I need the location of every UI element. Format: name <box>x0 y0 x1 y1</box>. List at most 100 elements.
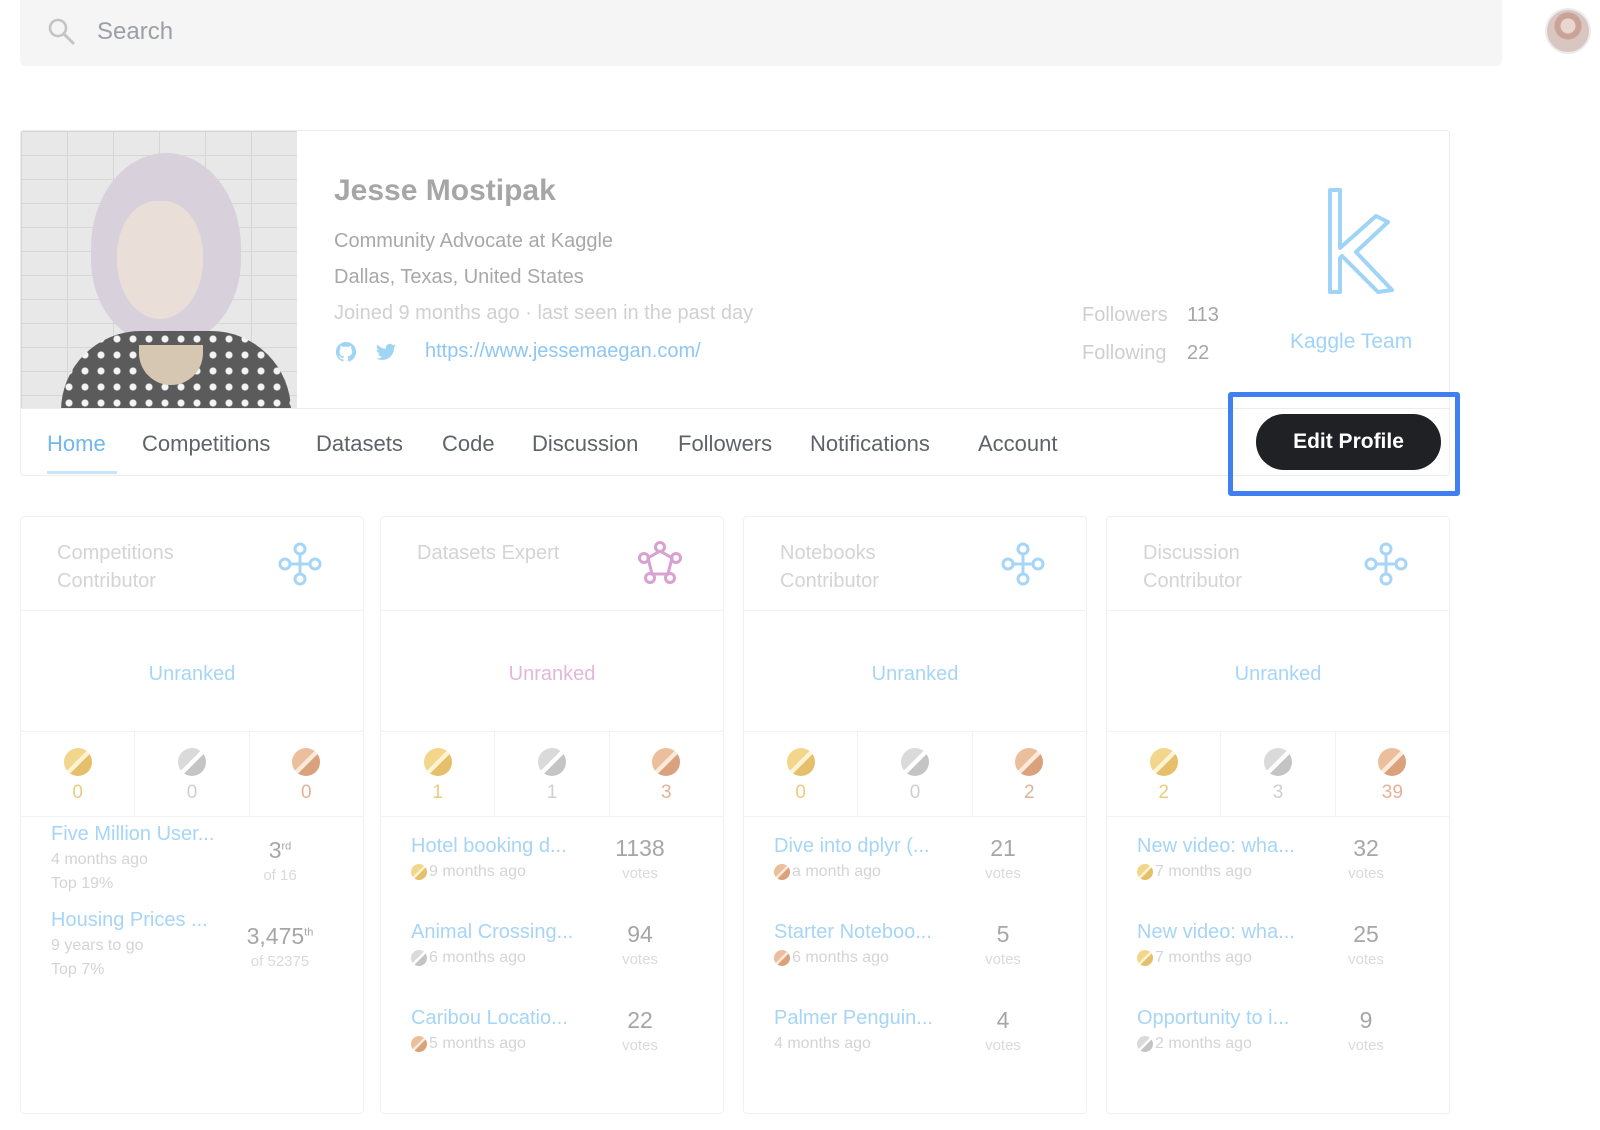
entry-title[interactable]: Housing Prices ... <box>51 909 247 932</box>
entry-percentile: Top 7% <box>51 961 105 978</box>
votes-label: votes <box>622 865 658 882</box>
website-link[interactable]: https://www.jessemaegan.com/ <box>425 340 701 363</box>
votes-label: votes <box>1348 951 1384 968</box>
list-item[interactable]: Palmer Penguin... 4 months ago 4 votes <box>774 1007 1058 1077</box>
following-label[interactable]: Following <box>1082 342 1166 365</box>
entry-votes: 1138 <box>615 835 665 861</box>
gold-count: 0 <box>795 782 806 803</box>
user-avatar[interactable] <box>1545 8 1591 54</box>
list-item[interactable]: New video: wha... 7 months ago 32 votes <box>1137 835 1421 905</box>
tier-rank: Unranked <box>871 663 959 685</box>
medal-counts: 0 0 0 <box>21 731 363 817</box>
contributor-tier-icon <box>1001 542 1045 586</box>
entry-title[interactable]: New video: wha... <box>1137 835 1333 858</box>
entry-title[interactable]: Dive into dplyr (... <box>774 835 970 858</box>
bronze-medal-icon <box>774 950 790 966</box>
tab-followers[interactable]: Followers <box>678 431 772 457</box>
list-item[interactable]: Animal Crossing... 6 months ago 94 votes <box>411 921 695 991</box>
profile-location: Dallas, Texas, United States <box>334 266 584 288</box>
list-item[interactable]: Opportunity to i... 2 months ago 9 votes <box>1137 1007 1421 1077</box>
silver-count: 0 <box>186 782 198 803</box>
edit-profile-button[interactable]: Edit Profile <box>1256 414 1441 470</box>
profile-occupation: Community Advocate at Kaggle <box>334 230 614 252</box>
tier-card-discussion[interactable]: Discussion Contributor Unranked 2 3 39 N… <box>1106 516 1450 1114</box>
search-icon <box>48 18 75 45</box>
entry-title[interactable]: Animal Crossing... <box>411 921 607 944</box>
tab-home[interactable]: Home <box>47 431 106 457</box>
entry-title[interactable]: New video: wha... <box>1137 921 1333 944</box>
entry-date: 2 months ago <box>1137 1035 1252 1053</box>
votes-label: votes <box>1348 865 1384 882</box>
entry-title[interactable]: Five Million User... <box>51 823 247 846</box>
tier-rank: Unranked <box>1234 663 1322 685</box>
tier-card-competitions[interactable]: Competitions Contributor Unranked 0 0 0 … <box>20 516 364 1114</box>
entry-date: 4 months ago <box>51 851 148 868</box>
list-item[interactable]: Hotel booking d... 9 months ago 1138 vot… <box>411 835 695 905</box>
tier-card-notebooks[interactable]: Notebooks Contributor Unranked 0 0 2 Div… <box>743 516 1087 1114</box>
list-item[interactable]: Five Million User... 4 months ago Top 19… <box>51 823 335 893</box>
tab-code[interactable]: Code <box>442 431 495 457</box>
silver-medal-icon <box>1137 1036 1153 1052</box>
tab-notifications[interactable]: Notifications <box>810 431 930 457</box>
tier-card-header: Discussion Contributor <box>1107 517 1449 611</box>
list-item[interactable]: New video: wha... 7 months ago 25 votes <box>1137 921 1421 991</box>
entry-total: of 16 <box>263 867 297 884</box>
votes-label: votes <box>622 1037 658 1054</box>
entry-rank: 3,475th <box>246 923 314 949</box>
github-icon[interactable] <box>334 340 358 364</box>
bronze-count: 39 <box>1381 782 1403 803</box>
entry-total: of 52375 <box>250 953 310 970</box>
gold-medal-icon <box>786 748 815 776</box>
silver-count: 0 <box>909 782 921 803</box>
bronze-medal-icon <box>411 1036 427 1052</box>
entry-rank: 3rd <box>268 837 292 863</box>
followers-count[interactable]: 113 <box>1187 304 1219 327</box>
entry-votes: 25 <box>1353 921 1379 947</box>
active-tab-indicator <box>47 471 117 474</box>
votes-label: votes <box>985 951 1021 968</box>
silver-count: 1 <box>546 782 558 803</box>
gold-medal-icon <box>411 864 427 880</box>
contributor-tier-icon <box>1364 542 1408 586</box>
gold-medal-icon <box>63 748 92 776</box>
tier-card-header: Competitions Contributor <box>21 517 363 611</box>
tab-competitions[interactable]: Competitions <box>142 431 270 457</box>
expert-tier-icon <box>638 541 682 584</box>
entry-votes: 22 <box>627 1007 653 1033</box>
votes-label: votes <box>1348 1037 1384 1054</box>
entry-title[interactable]: Hotel booking d... <box>411 835 607 858</box>
gold-medal-icon <box>1149 748 1178 776</box>
entry-percentile: Top 19% <box>51 875 114 892</box>
tab-account[interactable]: Account <box>978 431 1058 457</box>
profile-name: Jesse Mostipak <box>334 174 556 207</box>
list-item[interactable]: Housing Prices ... 9 years to go Top 7% … <box>51 909 335 979</box>
list-item[interactable]: Dive into dplyr (... a month ago 21 vote… <box>774 835 1058 905</box>
twitter-icon[interactable] <box>374 340 398 364</box>
votes-label: votes <box>622 951 658 968</box>
entry-date: 9 years to go <box>51 937 144 954</box>
entry-title[interactable]: Starter Noteboo... <box>774 921 970 944</box>
tier-card-datasets[interactable]: Datasets Expert Unranked 1 1 3 Hotel boo… <box>380 516 724 1114</box>
list-item[interactable]: Starter Noteboo... 6 months ago 5 votes <box>774 921 1058 991</box>
gold-count: 1 <box>432 782 443 803</box>
entry-title[interactable]: Caribou Locatio... <box>411 1007 607 1030</box>
gold-count: 0 <box>72 782 83 803</box>
list-item[interactable]: Caribou Locatio... 5 months ago 22 votes <box>411 1007 695 1077</box>
tier-card-header: Datasets Expert <box>381 517 723 611</box>
team-label[interactable]: Kaggle Team <box>1290 330 1412 354</box>
tab-datasets[interactable]: Datasets <box>316 431 403 457</box>
silver-medal-icon <box>177 748 206 776</box>
entry-votes: 9 <box>1359 1007 1373 1033</box>
bronze-medal-icon <box>774 864 790 880</box>
entry-date: 6 months ago <box>411 949 526 967</box>
entry-title[interactable]: Palmer Penguin... <box>774 1007 970 1030</box>
search-input[interactable] <box>97 14 597 50</box>
tab-discussion[interactable]: Discussion <box>532 431 638 457</box>
bronze-medal-icon <box>292 748 321 776</box>
entry-title[interactable]: Opportunity to i... <box>1137 1007 1333 1030</box>
silver-medal-icon <box>1263 748 1292 776</box>
entry-votes: 4 <box>996 1007 1010 1033</box>
medal-counts: 1 1 3 <box>381 731 723 817</box>
following-count[interactable]: 22 <box>1187 342 1209 365</box>
followers-label[interactable]: Followers <box>1082 304 1168 327</box>
